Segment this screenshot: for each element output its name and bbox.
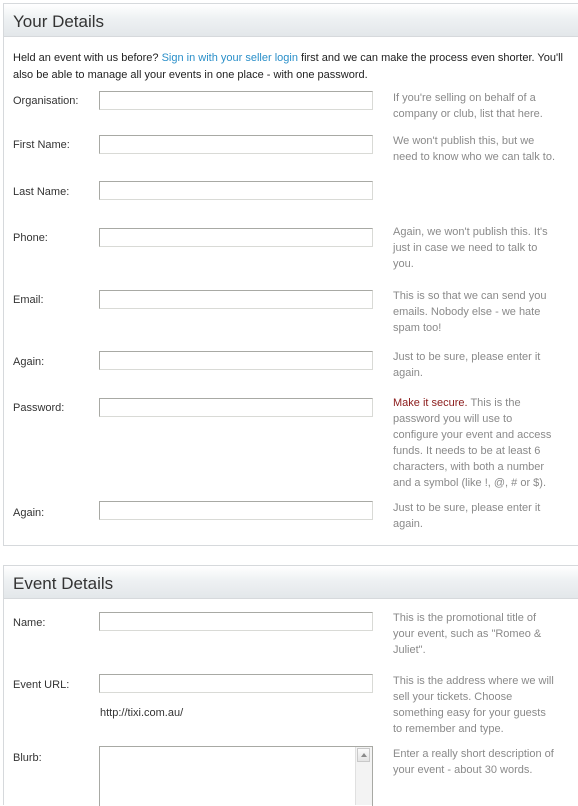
first-name-hint: We won't publish this, but we need to kn…	[393, 135, 556, 163]
last-name-label: Last Name:	[13, 186, 70, 198]
scroll-up-arrow-icon[interactable]	[357, 748, 370, 762]
event-name-label: Name:	[13, 617, 46, 629]
event-details-title: Event Details	[4, 566, 578, 599]
email-label: Email:	[13, 294, 44, 306]
last-name-field[interactable]	[99, 181, 373, 200]
organisation-field[interactable]	[99, 91, 373, 110]
blurb-hint: Enter a really short description of your…	[393, 748, 554, 776]
phone-label: Phone:	[13, 232, 48, 244]
your-details-title: Your Details	[4, 4, 578, 37]
email-again-hint: Just to be sure, please enter it again.	[393, 351, 541, 379]
email-again-field[interactable]	[99, 351, 373, 370]
password-field[interactable]	[99, 398, 373, 417]
blurb-scrollbar[interactable]	[355, 747, 372, 805]
first-name-label: First Name:	[13, 139, 70, 151]
password-again-label: Again:	[13, 507, 45, 519]
event-url-label: Event URL:	[13, 679, 70, 691]
event-details-panel: Event Details Name: This is the promotio…	[3, 565, 578, 806]
first-name-field[interactable]	[99, 135, 373, 154]
intro-text: Held an event with us before? Sign in wi…	[13, 50, 573, 84]
event-url-hint: This is the address where we will sell y…	[393, 675, 554, 735]
password-label: Password:	[13, 402, 65, 414]
password-again-field[interactable]	[99, 501, 373, 520]
password-hint: Make it secure. This is the password you…	[393, 395, 558, 491]
your-details-panel: Your Details Held an event with us befor…	[3, 3, 578, 546]
event-name-field[interactable]	[99, 612, 373, 631]
password-hint-strong: Make it secure.	[393, 397, 468, 409]
password-hint-text: This is the password you will use to con…	[393, 397, 552, 489]
event-url-field[interactable]	[99, 674, 373, 693]
phone-hint: Again, we won't publish this. It's just …	[393, 226, 548, 270]
blurb-label: Blurb:	[13, 752, 42, 764]
blurb-textarea-wrapper	[99, 746, 373, 806]
blurb-textarea[interactable]	[100, 747, 356, 805]
event-url-prefix: http://tixi.com.au/	[100, 707, 184, 719]
organisation-label: Organisation:	[13, 95, 79, 107]
organisation-hint: If you're selling on behalf of a company…	[393, 92, 543, 120]
password-again-hint: Just to be sure, please enter it again.	[393, 502, 541, 530]
intro-text-before: Held an event with us before?	[13, 52, 162, 64]
seller-login-link[interactable]: Sign in with your seller login	[162, 52, 298, 64]
email-field[interactable]	[99, 290, 373, 309]
email-again-label: Again:	[13, 356, 45, 368]
phone-field[interactable]	[99, 228, 373, 247]
event-name-hint: This is the promotional title of your ev…	[393, 612, 542, 656]
email-hint: This is so that we can send you emails. …	[393, 290, 547, 334]
